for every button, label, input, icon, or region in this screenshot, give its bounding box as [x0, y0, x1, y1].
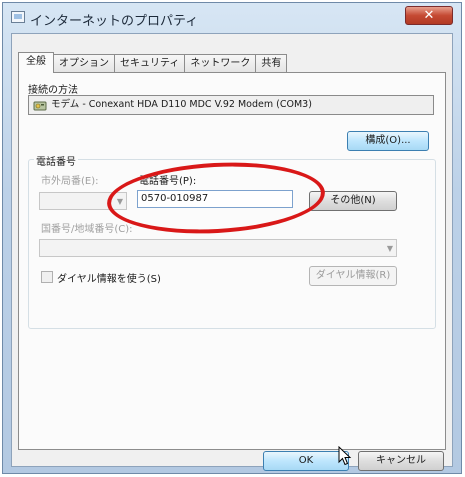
- chevron-down-icon: ▼: [386, 244, 393, 253]
- tab-security[interactable]: セキュリティ: [114, 54, 186, 72]
- country-code-label: 国番号/地域番号(C):: [41, 224, 133, 235]
- country-code-dropdown[interactable]: ▼: [39, 239, 397, 257]
- connection-label: 接続の方法: [28, 85, 78, 96]
- phone-group-title: 電話番号: [34, 153, 78, 168]
- area-code-label: 市外局番(E):: [41, 176, 99, 187]
- configure-button[interactable]: 構成(O)...: [347, 131, 429, 151]
- dialing-rules-button[interactable]: ダイヤル情報(R): [309, 266, 397, 286]
- close-icon: ✕: [423, 8, 435, 23]
- phone-number-group: 電話番号 市外局番(E): ▼ 電話番号(P): 0570-010987 その他…: [28, 153, 436, 329]
- phone-number-value: 0570-010987: [141, 193, 209, 204]
- tab-options[interactable]: オプション: [53, 54, 115, 72]
- area-code-dropdown[interactable]: ▼: [39, 192, 127, 210]
- window-title: インターネットのプロパティ: [30, 14, 199, 29]
- mouse-pointer-icon: [338, 446, 352, 466]
- ok-button[interactable]: OK: [263, 451, 349, 471]
- other-button[interactable]: その他(N): [309, 191, 397, 211]
- use-dialing-rules-label: ダイヤル情報を使う(S): [57, 274, 161, 285]
- phone-number-input[interactable]: 0570-010987: [137, 190, 293, 208]
- window-icon: [11, 11, 25, 23]
- connection-value: モデム - Conexant HDA D110 MDC V.92 Modem (…: [51, 99, 312, 110]
- tab-strip: 全般 オプション セキュリティ ネットワーク 共有: [18, 52, 288, 73]
- chevron-down-icon: ▼: [116, 197, 123, 206]
- modem-icon: [33, 101, 47, 111]
- cancel-button[interactable]: キャンセル: [358, 451, 444, 471]
- tab-general[interactable]: 全般: [18, 52, 54, 73]
- tab-panel-general: 接続の方法 モデム - Conexant HDA D110 MDC V.92 M…: [18, 72, 446, 450]
- tab-sharing[interactable]: 共有: [255, 54, 288, 72]
- close-button[interactable]: ✕: [405, 6, 453, 25]
- connection-select[interactable]: モデム - Conexant HDA D110 MDC V.92 Modem (…: [28, 95, 434, 115]
- tab-network[interactable]: ネットワーク: [184, 54, 257, 72]
- phone-number-label: 電話番号(P):: [139, 176, 197, 187]
- title-bar[interactable]: インターネットのプロパティ ✕: [3, 3, 461, 33]
- properties-dialog: インターネットのプロパティ ✕ 全般 オプション セキュリティ ネットワーク 共…: [2, 2, 462, 474]
- dialog-client-area: 全般 オプション セキュリティ ネットワーク 共有 接続の方法 モデム - Co…: [11, 33, 453, 471]
- use-dialing-rules-checkbox[interactable]: [41, 271, 53, 283]
